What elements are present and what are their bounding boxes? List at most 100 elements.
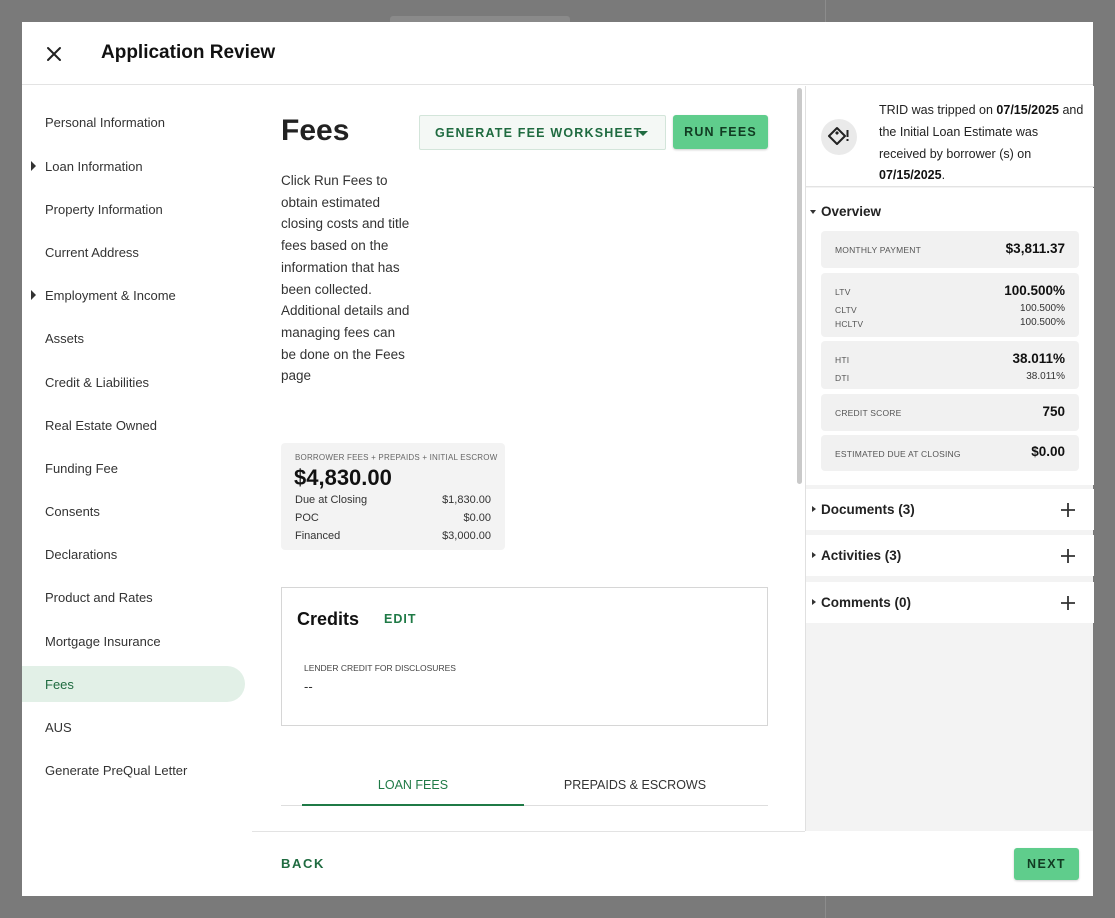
summary-row-value: $0.00 xyxy=(463,512,491,524)
cltv-value: 100.500% xyxy=(1019,303,1065,314)
dti-value: 38.011% xyxy=(1026,371,1065,382)
sidebar-item-label: Property Information xyxy=(45,202,163,217)
sidebar-item-label: Product and Rates xyxy=(45,590,153,605)
sidebar-item-label: Current Address xyxy=(45,245,139,260)
lender-credit-value: -- xyxy=(304,679,313,694)
sidebar-item-mortgage-insurance[interactable]: Mortgage Insurance xyxy=(22,623,245,659)
sidebar-item-consents[interactable]: Consents xyxy=(22,493,245,529)
sidebar-nav: Personal Information Loan Information Pr… xyxy=(22,86,252,896)
sidebar-item-label: Personal Information xyxy=(45,115,165,130)
ltv-card: LTV 100.500% CLTV 100.500% HCLTV 100.500… xyxy=(821,273,1079,337)
hti-dti-card: HTI 38.011% DTI 38.011% xyxy=(821,341,1079,389)
sidebar-item-label: AUS xyxy=(45,720,72,735)
sidebar-item-label: Generate PreQual Letter xyxy=(45,763,188,778)
sidebar-item-real-estate-owned[interactable]: Real Estate Owned xyxy=(22,407,245,443)
tab-prepaids-escrows[interactable]: PREPAIDS & ESCROWS xyxy=(524,768,746,806)
activities-label: Activities (3) xyxy=(821,548,902,563)
sidebar-item-personal-information[interactable]: Personal Information xyxy=(22,104,245,140)
fee-tabs: LOAN FEES PREPAIDS & ESCROWS xyxy=(281,768,768,806)
trid-tripped-date: 07/15/2025 xyxy=(996,103,1059,117)
sidebar-item-label: Fees xyxy=(45,677,74,692)
sidebar-item-label: Employment & Income xyxy=(45,288,176,303)
overview-section: Overview MONTHLY PAYMENT $3,811.37 LTV 1… xyxy=(806,188,1094,485)
documents-section[interactable]: Documents (3) xyxy=(806,489,1094,530)
dti-label: DTI xyxy=(835,373,850,383)
fee-summary-card: BORROWER FEES + PREPAIDS + INITIAL ESCRO… xyxy=(281,443,505,550)
credits-edit-button[interactable]: EDIT xyxy=(384,612,416,626)
close-icon xyxy=(47,47,61,61)
credit-score-label: CREDIT SCORE xyxy=(835,408,902,418)
trid-message: TRID was tripped on 07/15/2025 and the I… xyxy=(879,100,1084,187)
sidebar-item-property-information[interactable]: Property Information xyxy=(22,191,245,227)
plus-icon[interactable] xyxy=(1060,502,1076,518)
comments-section[interactable]: Comments (0) xyxy=(806,582,1094,623)
overview-heading[interactable]: Overview xyxy=(821,204,881,219)
next-button[interactable]: NEXT xyxy=(1014,848,1079,880)
plus-icon[interactable] xyxy=(1060,548,1076,564)
chevron-down-icon xyxy=(638,131,648,136)
cltv-label: CLTV xyxy=(835,305,857,315)
sidebar-item-label: Loan Information xyxy=(45,159,143,174)
monthly-payment-card: MONTHLY PAYMENT $3,811.37 xyxy=(821,231,1079,268)
caret-right-icon xyxy=(812,552,816,558)
sidebar-item-declarations[interactable]: Declarations xyxy=(22,536,245,572)
sidebar-item-label: Declarations xyxy=(45,547,118,562)
plus-icon[interactable] xyxy=(1060,595,1076,611)
monthly-payment-label: MONTHLY PAYMENT xyxy=(835,245,921,255)
summary-row-value: $1,830.00 xyxy=(442,494,491,506)
modal-footer: BACK xyxy=(252,831,805,896)
sidebar-item-assets[interactable]: Assets xyxy=(22,320,245,356)
summary-row: Due at Closing $1,830.00 xyxy=(295,494,491,506)
estimated-due-label: ESTIMATED DUE AT CLOSING xyxy=(835,449,961,459)
caret-right-icon xyxy=(31,161,36,171)
sidebar-item-fees[interactable]: Fees xyxy=(22,666,245,702)
summary-total: $4,830.00 xyxy=(294,465,392,490)
modal-header: Application Review xyxy=(22,22,1093,85)
tab-loan-fees[interactable]: LOAN FEES xyxy=(302,768,524,806)
lender-credit-label: LENDER CREDIT FOR DISCLOSURES xyxy=(304,663,456,673)
trid-text-prefix: TRID was tripped on xyxy=(879,103,997,117)
sidebar-item-aus[interactable]: AUS xyxy=(22,709,245,745)
back-button[interactable]: BACK xyxy=(281,856,325,871)
application-review-modal: Application Review Personal Information … xyxy=(22,22,1094,896)
hti-label: HTI xyxy=(835,355,850,365)
backdrop-divider xyxy=(825,896,826,918)
generate-fee-worksheet-button[interactable]: GENERATE FEE WORKSHEET xyxy=(419,115,666,150)
sidebar-item-current-address[interactable]: Current Address xyxy=(22,234,245,270)
sidebar-item-credit-liabilities[interactable]: Credit & Liabilities xyxy=(22,364,245,400)
close-button[interactable] xyxy=(43,43,65,65)
page-title: Fees xyxy=(281,114,350,147)
sidebar-item-generate-prequal-letter[interactable]: Generate PreQual Letter xyxy=(22,752,245,788)
summary-row-value: $3,000.00 xyxy=(442,530,491,542)
modal-title: Application Review xyxy=(101,42,276,63)
credit-score-card: CREDIT SCORE 750 xyxy=(821,394,1079,431)
hti-value: 38.011% xyxy=(1012,351,1065,366)
credits-card: Credits EDIT LENDER CREDIT FOR DISCLOSUR… xyxy=(281,587,768,726)
summary-row-label: Financed xyxy=(295,530,341,542)
ltv-label: LTV xyxy=(835,287,851,297)
run-fees-button[interactable]: RUN FEES xyxy=(673,115,768,149)
caret-right-icon xyxy=(31,290,36,300)
sidebar-item-funding-fee[interactable]: Funding Fee xyxy=(22,450,245,486)
right-panel: TRID was tripped on 07/15/2025 and the I… xyxy=(805,86,1094,831)
monthly-payment-value: $3,811.37 xyxy=(1005,241,1065,256)
estimated-due-card: ESTIMATED DUE AT CLOSING $0.00 xyxy=(821,435,1079,471)
main-content: Fees GENERATE FEE WORKSHEET RUN FEES Cli… xyxy=(252,86,805,831)
sidebar-item-label: Consents xyxy=(45,504,100,519)
sidebar-item-label: Funding Fee xyxy=(45,461,118,476)
sidebar-item-product-and-rates[interactable]: Product and Rates xyxy=(22,579,245,615)
sidebar-item-label: Assets xyxy=(45,331,85,346)
sidebar-item-loan-information[interactable]: Loan Information xyxy=(22,148,245,184)
sidebar-item-label: Mortgage Insurance xyxy=(45,634,161,649)
activities-section[interactable]: Activities (3) xyxy=(806,535,1094,576)
caret-right-icon xyxy=(812,599,816,605)
estimated-due-value: $0.00 xyxy=(1031,444,1065,459)
trid-received-date: 07/15/2025 xyxy=(879,168,942,183)
summary-caption: BORROWER FEES + PREPAIDS + INITIAL ESCRO… xyxy=(295,453,498,462)
warning-diamond-icon xyxy=(821,119,857,155)
main-scrollbar[interactable] xyxy=(797,88,802,484)
credit-score-value: 750 xyxy=(1042,404,1065,419)
sidebar-item-label: Credit & Liabilities xyxy=(45,375,150,390)
backdrop-divider xyxy=(825,0,826,22)
sidebar-item-employment-income[interactable]: Employment & Income xyxy=(22,277,245,313)
